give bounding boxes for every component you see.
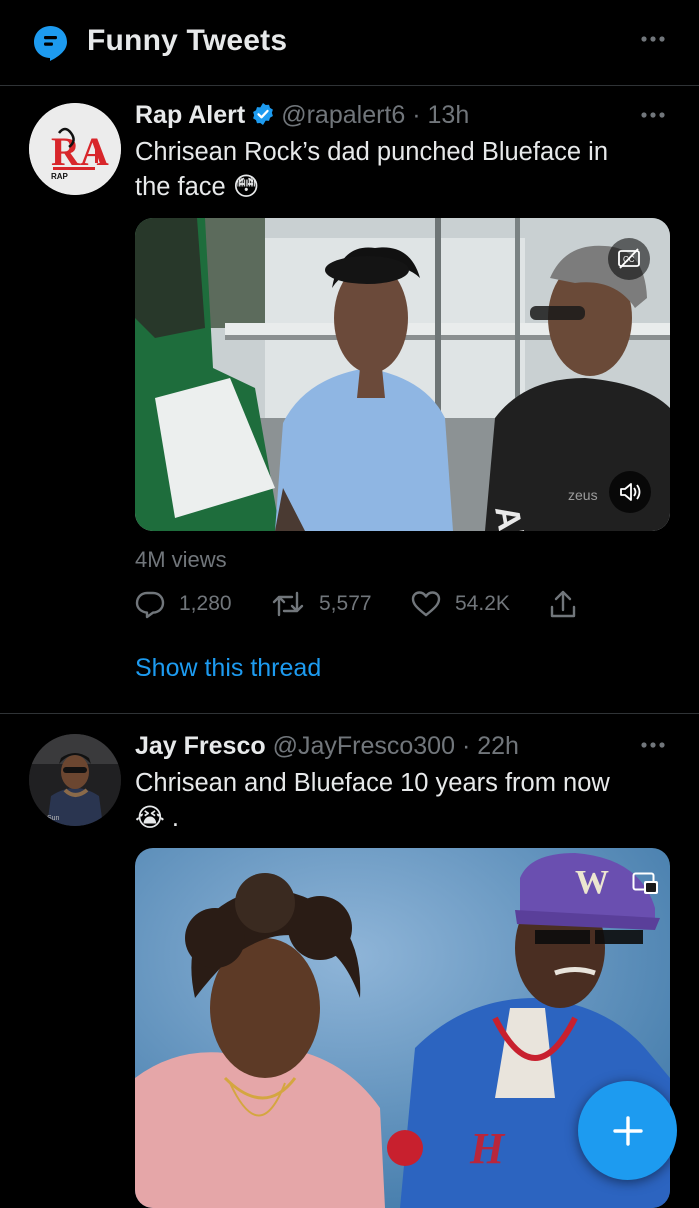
tweet-header: Rap Alert @rapalert6 · 13h <box>135 100 469 133</box>
show-thread-link[interactable]: Show this thread <box>135 654 321 683</box>
page-title: Funny Tweets <box>87 24 288 57</box>
author-name[interactable]: Jay Fresco <box>135 732 266 760</box>
svg-text:Sun: Sun <box>47 815 60 822</box>
timestamp[interactable]: 13h <box>428 101 470 129</box>
speaker-icon[interactable] <box>609 471 651 513</box>
more-icon[interactable] <box>640 34 666 44</box>
share-icon <box>550 590 576 618</box>
author-handle[interactable]: @rapalert6 <box>281 101 405 129</box>
view-count: 4M views <box>135 547 227 572</box>
separator-dot: · <box>461 732 471 760</box>
more-icon[interactable] <box>640 740 666 750</box>
captions-off-icon[interactable]: CC <box>608 238 650 280</box>
topic-header: Funny Tweets <box>0 0 699 86</box>
tweet-header: Jay Fresco @JayFresco300 · 22h <box>135 731 519 761</box>
like-count: 54.2K <box>455 592 510 615</box>
topic-icon <box>34 26 67 61</box>
retweet-icon <box>272 591 304 617</box>
avatar-photo: Sun <box>29 734 121 826</box>
svg-text:W: W <box>575 864 609 901</box>
more-icon[interactable] <box>640 110 666 120</box>
svg-text:H: H <box>469 1124 506 1173</box>
like-button[interactable]: 54.2K <box>411 588 510 620</box>
tweet-actions: 1,280 5,577 54.2K <box>135 588 595 620</box>
author-handle[interactable]: @JayFresco300 <box>273 732 455 760</box>
svg-text:zeus: zeus <box>568 487 598 503</box>
video-frame: Al zeus <box>135 218 670 531</box>
timestamp[interactable]: 22h <box>477 732 519 760</box>
reply-count: 1,280 <box>179 592 232 615</box>
plus-icon <box>612 1115 643 1146</box>
share-button[interactable] <box>549 588 591 620</box>
reply-button[interactable]: 1,280 <box>135 588 232 620</box>
pip-icon[interactable] <box>632 872 660 896</box>
tweet-text-line: 😭 . <box>135 804 179 832</box>
avatar[interactable]: Sun <box>29 734 121 826</box>
author-name[interactable]: Rap Alert <box>135 101 245 129</box>
rap-alert-logo: RA RAP <box>29 103 121 195</box>
reply-icon <box>135 591 165 619</box>
tweet-text: Chrisean and Blueface 10 years from now … <box>135 766 665 836</box>
compose-tweet-button[interactable] <box>578 1081 677 1180</box>
tweet-text: Chrisean Rock’s dad punched Blueface in … <box>135 135 665 205</box>
tweet-text-line: the face 😳 <box>135 173 260 201</box>
retweet-button[interactable]: 5,577 <box>271 588 372 620</box>
tweet-text-line: Chrisean and Blueface 10 years from now <box>135 769 610 797</box>
retweet-count: 5,577 <box>319 592 372 615</box>
separator-dot: · <box>412 101 421 129</box>
heart-icon <box>411 591 441 617</box>
tweet-video[interactable]: Al zeus CC <box>135 218 670 531</box>
verified-badge-icon <box>251 102 275 133</box>
svg-text:RAP: RAP <box>51 172 69 181</box>
avatar[interactable]: RA RAP <box>29 103 121 195</box>
tweet-text-line: Chrisean Rock’s dad punched Blueface in <box>135 138 608 166</box>
